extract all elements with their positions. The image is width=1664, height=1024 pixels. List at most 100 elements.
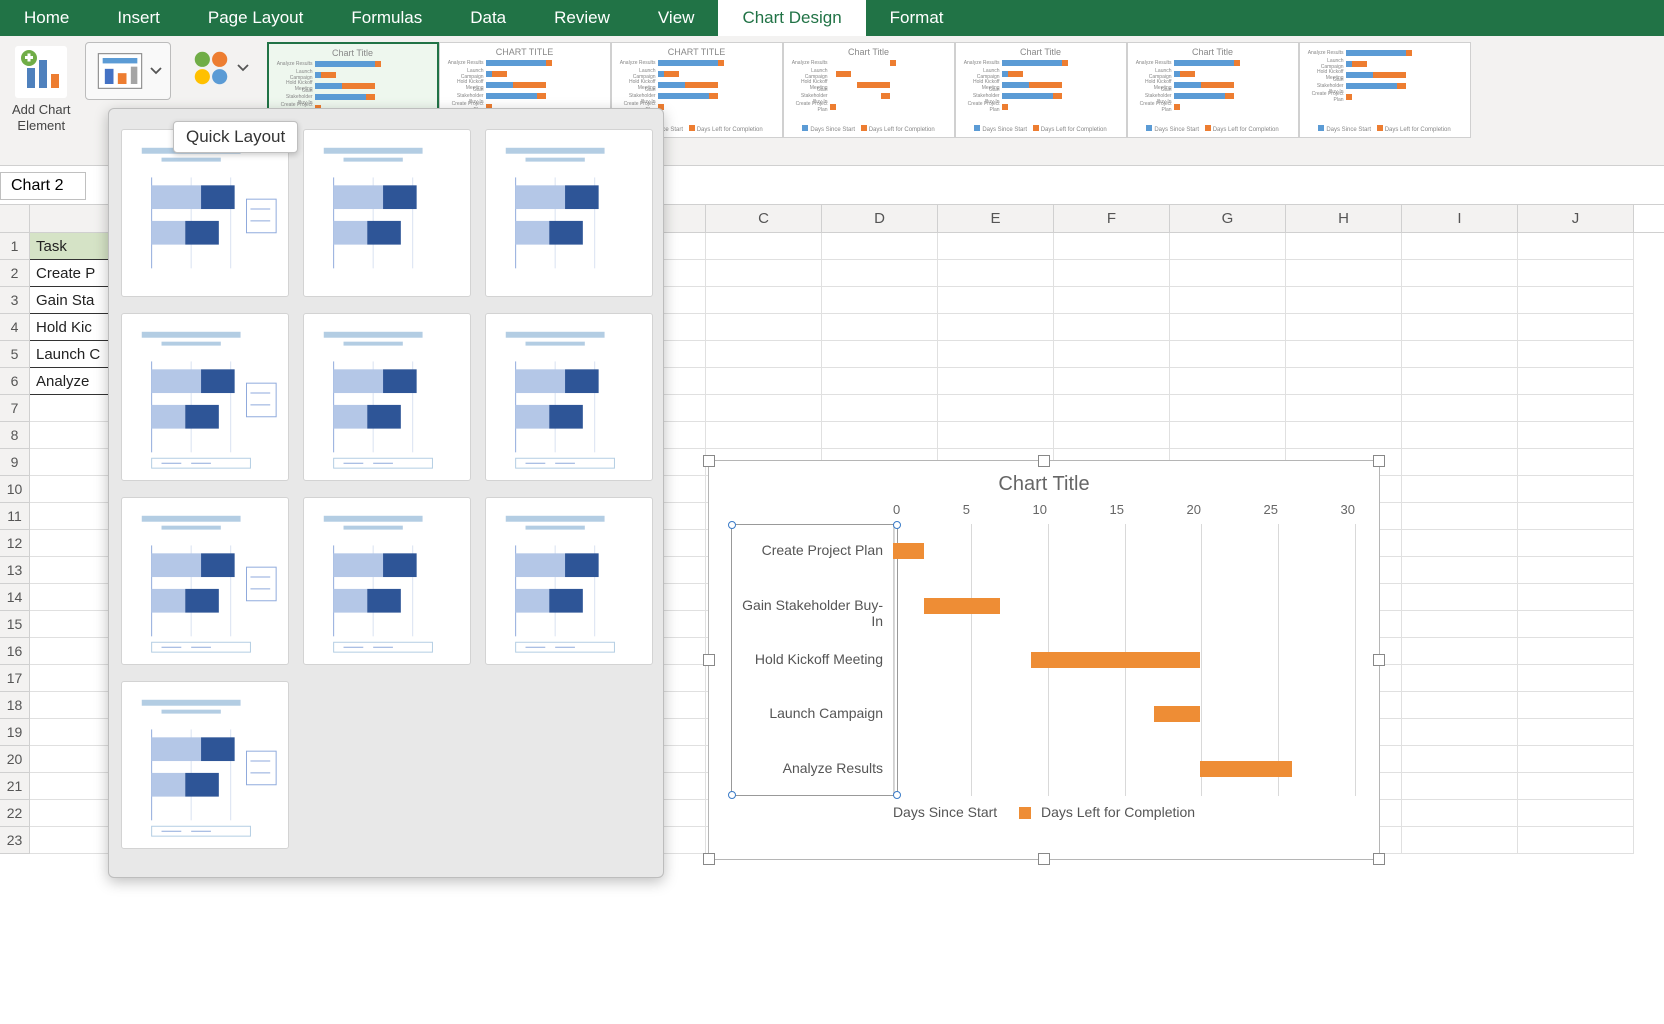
cell[interactable] [1518,368,1634,395]
cell[interactable] [1518,827,1634,854]
cell[interactable] [1402,314,1518,341]
cell[interactable] [1170,422,1286,449]
cell[interactable] [1518,422,1634,449]
cell[interactable] [1518,503,1634,530]
resize-handle[interactable] [1038,455,1050,467]
cell[interactable] [822,314,938,341]
cell[interactable] [1170,260,1286,287]
quick-layout-option[interactable] [303,313,471,481]
cell[interactable] [1170,395,1286,422]
cell[interactable] [1518,800,1634,827]
cell[interactable] [706,260,822,287]
cell[interactable] [1518,746,1634,773]
cell[interactable] [1402,260,1518,287]
cell[interactable] [706,422,822,449]
cell[interactable] [1402,287,1518,314]
cell[interactable] [1402,503,1518,530]
quick-layout-option[interactable] [121,681,289,849]
cell[interactable] [1518,530,1634,557]
cell[interactable] [1170,314,1286,341]
cell[interactable] [1286,341,1402,368]
chart-object[interactable]: Chart Title 051015202530 Create Project … [708,460,1380,860]
cell[interactable] [1518,719,1634,746]
cell[interactable] [938,233,1054,260]
quick-layout-option[interactable] [485,129,653,297]
cell[interactable] [1518,638,1634,665]
cell[interactable] [1402,476,1518,503]
cell[interactable] [822,260,938,287]
row-header[interactable]: 4 [0,314,30,341]
tab-home[interactable]: Home [0,0,93,36]
cell[interactable] [1518,692,1634,719]
cell[interactable] [938,260,1054,287]
column-header[interactable]: C [706,205,822,232]
cell[interactable] [1054,233,1170,260]
cell[interactable] [1054,422,1170,449]
cell[interactable] [1402,233,1518,260]
chart-style-thumbnail[interactable]: Chart TitleAnalyze ResultsLaunch Campaig… [955,42,1127,138]
row-header[interactable]: 10 [0,476,30,503]
row-header[interactable]: 1 [0,233,30,260]
cell[interactable] [1518,260,1634,287]
cell[interactable] [1402,449,1518,476]
chart-title[interactable]: Chart Title [709,473,1379,496]
row-header[interactable]: 2 [0,260,30,287]
cell[interactable] [1402,665,1518,692]
cell[interactable] [1518,395,1634,422]
cell[interactable] [1402,773,1518,800]
cell[interactable] [1402,422,1518,449]
change-colors-button[interactable] [181,42,253,94]
chart-bar[interactable] [1200,761,1292,777]
chart-style-thumbnail[interactable]: Analyze ResultsLaunch CampaignHold Kicko… [1299,42,1471,138]
cell[interactable] [822,422,938,449]
tab-insert[interactable]: Insert [93,0,184,36]
column-header[interactable]: I [1402,205,1518,232]
cell[interactable] [1518,449,1634,476]
cell[interactable] [1402,719,1518,746]
cell[interactable] [1286,233,1402,260]
cell[interactable] [1170,341,1286,368]
cell[interactable] [1518,611,1634,638]
cell[interactable] [1286,395,1402,422]
cell[interactable] [1402,368,1518,395]
resize-handle[interactable] [703,853,715,865]
row-header[interactable]: 20 [0,746,30,773]
cell[interactable] [822,233,938,260]
row-header[interactable]: 6 [0,368,30,395]
row-header[interactable]: 8 [0,422,30,449]
tab-view[interactable]: View [634,0,719,36]
cell[interactable] [1518,287,1634,314]
chart-style-thumbnail[interactable]: Chart TitleAnalyze ResultsLaunch Campaig… [1127,42,1299,138]
chart-bar[interactable] [1154,706,1200,722]
cell[interactable] [1518,665,1634,692]
cell[interactable] [938,368,1054,395]
row-header[interactable]: 3 [0,287,30,314]
cell[interactable] [1402,584,1518,611]
cell[interactable] [1518,773,1634,800]
cell[interactable] [1054,341,1170,368]
cell[interactable] [822,368,938,395]
cell[interactable] [706,368,822,395]
chart-style-thumbnail[interactable]: Chart TitleAnalyze ResultsLaunch Campaig… [783,42,955,138]
cell[interactable] [1402,395,1518,422]
row-header[interactable]: 15 [0,611,30,638]
chart-plot-area[interactable]: 051015202530 Create Project PlanGain Sta… [733,506,1355,796]
resize-handle[interactable] [1373,654,1385,666]
cell[interactable] [1402,341,1518,368]
resize-handle[interactable] [1373,853,1385,865]
cell[interactable] [706,287,822,314]
row-header[interactable]: 23 [0,827,30,854]
resize-handle[interactable] [1373,455,1385,467]
quick-layout-option[interactable] [303,129,471,297]
chart-bar[interactable] [893,543,924,559]
row-header[interactable]: 22 [0,800,30,827]
cell[interactable] [1170,368,1286,395]
chart-legend[interactable]: Days Since Start Days Left for Completio… [709,804,1379,820]
column-header[interactable]: F [1054,205,1170,232]
cell[interactable] [1518,233,1634,260]
tab-review[interactable]: Review [530,0,634,36]
cell[interactable] [822,395,938,422]
cell[interactable] [1402,827,1518,854]
row-header[interactable]: 17 [0,665,30,692]
cell[interactable] [1518,314,1634,341]
